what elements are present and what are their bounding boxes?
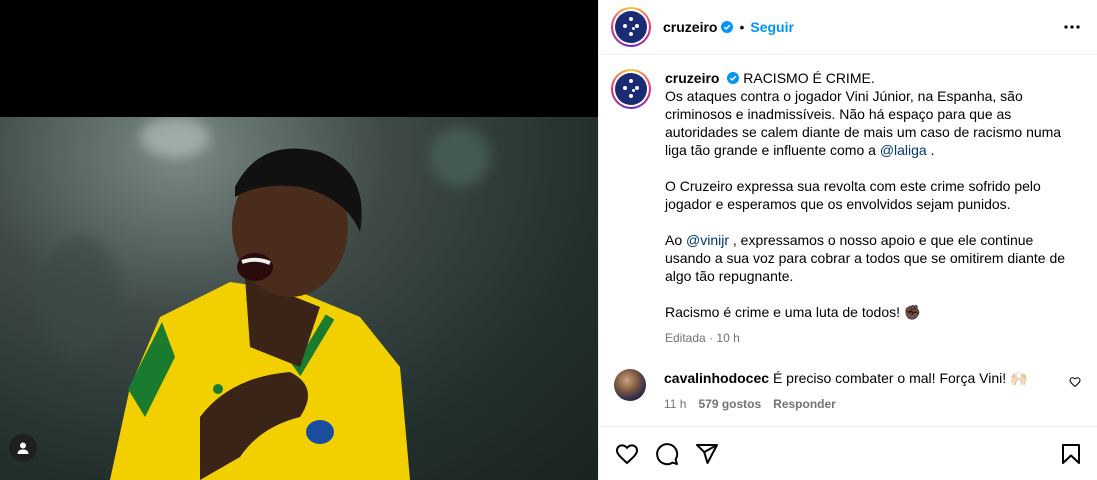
- heart-icon: [615, 443, 639, 464]
- comment-icon: [656, 442, 679, 465]
- caption-username[interactable]: cruzeiro: [665, 70, 719, 86]
- post-sidebar: cruzeiro • Seguir cruzeiro RACISMO É CRI…: [598, 0, 1097, 480]
- comment-time[interactable]: 11 h: [664, 395, 686, 413]
- caption-body: cruzeiro RACISMO É CRIME. Os ataques con…: [665, 69, 1075, 347]
- like-button[interactable]: [615, 442, 639, 466]
- commenter-username[interactable]: cavalinhodocec: [664, 370, 769, 386]
- player-illustration: [110, 148, 410, 480]
- commenter-avatar[interactable]: [614, 369, 646, 401]
- save-button[interactable]: [1059, 442, 1083, 466]
- user-tag-button[interactable]: [9, 434, 37, 462]
- post-media[interactable]: [0, 0, 598, 480]
- caption-time[interactable]: 10 h: [716, 331, 739, 345]
- caption: cruzeiro RACISMO É CRIME. Os ataques con…: [611, 69, 1081, 347]
- comment-meta: 11 h 579 gostos Responder: [664, 395, 1044, 413]
- post-photo: [0, 117, 598, 480]
- more-options-button[interactable]: [1063, 24, 1081, 30]
- comment-likes[interactable]: 579 gostos: [698, 395, 761, 413]
- edited-label: Editada: [665, 331, 706, 345]
- caption-paragraph-2: O Cruzeiro expressa sua revolta com este…: [665, 178, 1045, 212]
- caption-title: RACISMO É CRIME.: [743, 70, 875, 86]
- follow-button[interactable]: Seguir: [750, 19, 794, 35]
- comment-item: cavalinhodocec É preciso combater o mal!…: [611, 369, 1081, 413]
- reply-button[interactable]: Responder: [773, 395, 836, 413]
- caption-meta: Editada · 10 h: [665, 331, 740, 345]
- more-options-icon: [1064, 25, 1080, 29]
- heart-icon: [1069, 377, 1081, 388]
- comment-button[interactable]: [655, 442, 679, 466]
- mention-laliga[interactable]: @laliga: [880, 142, 927, 158]
- mention-vinijr[interactable]: @vinijr: [686, 232, 729, 248]
- action-bar: [599, 426, 1097, 480]
- verified-badge-icon: [727, 72, 740, 84]
- separator-dot: •: [739, 19, 745, 35]
- cruzeiro-logo: [615, 73, 647, 105]
- cruzeiro-logo: [615, 11, 647, 43]
- verified-badge-icon: [721, 21, 734, 33]
- bookmark-icon: [1062, 443, 1080, 464]
- share-icon: [696, 443, 718, 464]
- user-tag-icon: [17, 442, 29, 454]
- comment-like-button[interactable]: [1069, 375, 1081, 393]
- profile-avatar[interactable]: [611, 7, 651, 47]
- instagram-post-view: cruzeiro • Seguir cruzeiro RACISMO É CRI…: [0, 0, 1097, 480]
- caption-avatar[interactable]: [611, 69, 651, 109]
- post-header: cruzeiro • Seguir: [599, 0, 1097, 55]
- comment-body: cavalinhodocec É preciso combater o mal!…: [664, 369, 1044, 413]
- share-button[interactable]: [695, 442, 719, 466]
- caption-paragraph-1: Os ataques contra o jogador Vini Júnior,…: [665, 88, 1065, 158]
- post-author-username[interactable]: cruzeiro: [663, 19, 717, 35]
- comments-section: cruzeiro RACISMO É CRIME. Os ataques con…: [599, 55, 1097, 426]
- caption-paragraph-3: Ao @vinijr , expressamos o nosso apoio e…: [665, 232, 1069, 284]
- comment-text: É preciso combater o mal! Força Vini! 🙌🏻: [772, 370, 1028, 386]
- caption-paragraph-4: Racismo é crime e uma luta de todos! ✊🏿: [665, 304, 922, 320]
